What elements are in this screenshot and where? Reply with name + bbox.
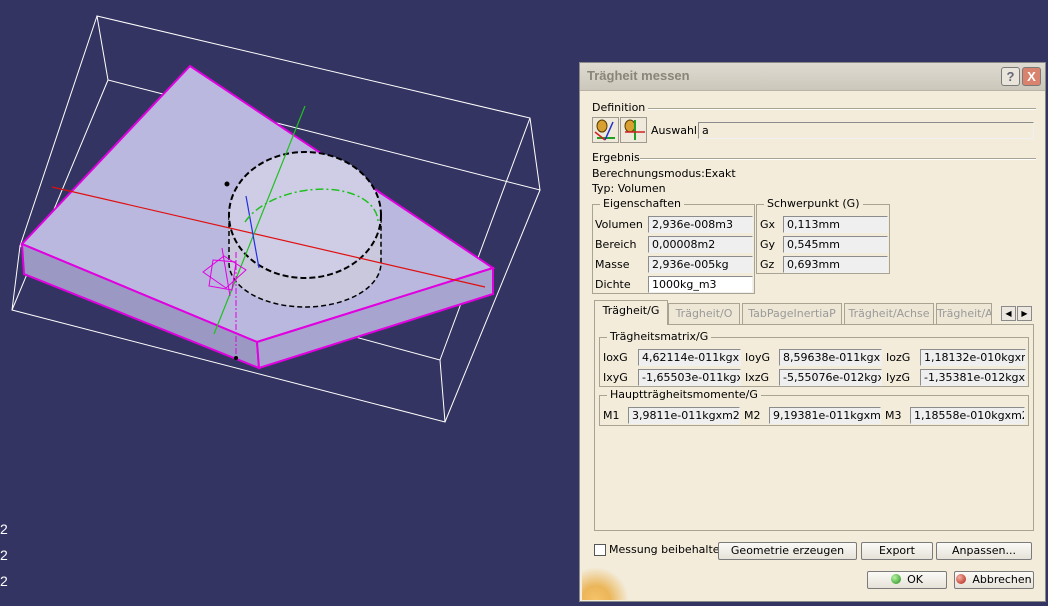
keep-measure-checkbox[interactable]: [594, 544, 606, 556]
properties-title: Eigenschaften: [600, 197, 684, 210]
ixyg-value: -1,65503e-011kgxm2: [638, 369, 741, 386]
result-type: Typ: Volumen: [592, 182, 666, 195]
spec-tree-item: 2: [0, 573, 8, 589]
keep-measure-label: Messung beibehalten: [609, 543, 727, 556]
tab-inertia-g[interactable]: Trägheit/G: [594, 300, 668, 325]
selection-field[interactable]: a: [698, 122, 1034, 139]
catia-logo-icon: [582, 566, 628, 600]
ok-label: OK: [907, 573, 923, 586]
tab-inertia-p[interactable]: TabPageInertiaP: [742, 303, 842, 324]
gz-value: 0,693mm: [783, 256, 888, 273]
tab-inertia-axis[interactable]: Trägheit/Achse: [844, 303, 934, 324]
measure-mode-button[interactable]: [592, 117, 619, 143]
ioyg-value: 8,59638e-011kgxm2: [779, 349, 882, 366]
m3-label: M3: [885, 409, 902, 422]
measure-inertia-dialog: Trägheit messen ? X Definition Auswahl: …: [579, 62, 1046, 602]
point-marker: [224, 181, 230, 187]
ixzg-value: -5,55076e-012kgxm2: [779, 369, 882, 386]
ioxg-value: 4,62114e-011kgxm2: [638, 349, 741, 366]
tab-inertia-a[interactable]: Trägheit/A: [936, 303, 992, 324]
m1-value: 3,9811e-011kgxm2: [628, 407, 740, 424]
export-button[interactable]: Export: [861, 542, 933, 560]
inertia-2d-icon: [624, 119, 645, 140]
iozg-label: IozG: [886, 351, 911, 364]
gy-value: 0,545mm: [783, 236, 888, 253]
gy-label: Gy: [760, 238, 776, 251]
ioyg-label: IoyG: [745, 351, 771, 364]
density-input[interactable]: 1000kg_m3: [648, 276, 753, 293]
ok-icon: [891, 574, 902, 584]
calculation-mode: Berechnungsmodus:Exakt: [592, 167, 736, 180]
volume-label: Volumen: [595, 218, 643, 231]
m3-value: 1,18558e-010kgxm2: [910, 407, 1025, 424]
area-value: 0,00008m2: [648, 236, 753, 253]
volume-value: 2,936e-008m3: [648, 216, 753, 233]
customize-button[interactable]: Anpassen...: [936, 542, 1032, 560]
center-of-gravity-title: Schwerpunkt (G): [764, 197, 863, 210]
divider: [640, 158, 1036, 160]
m1-label: M1: [603, 409, 620, 422]
result-label: Ergebnis: [592, 151, 640, 164]
dialog-title: Trägheit messen: [587, 68, 690, 83]
point-marker-bottom: [234, 356, 238, 360]
ixzg-label: IxzG: [745, 371, 770, 384]
inertia-3d-icon: [594, 119, 615, 141]
principal-moments-title: Hauptträgheitsmomente/G: [607, 388, 761, 401]
divider: [648, 108, 1036, 110]
definition-label: Definition: [592, 101, 646, 114]
iyzg-value: -1,35381e-012kgxm2: [920, 369, 1026, 386]
dialog-titlebar[interactable]: Trägheit messen ? X: [580, 63, 1045, 91]
ok-button[interactable]: OK: [867, 571, 947, 589]
cancel-label: Abbrechen: [972, 573, 1032, 586]
spec-tree-item: 2: [0, 521, 8, 537]
m2-value: 9,19381e-011kgxm2: [769, 407, 881, 424]
area-label: Bereich: [595, 238, 637, 251]
tab-inertia-o[interactable]: Trägheit/O: [668, 303, 740, 324]
ioxg-label: IoxG: [603, 351, 628, 364]
tab-panel: Trägheitsmatrix/G IoxG 4,62114e-011kgxm2…: [594, 324, 1034, 531]
iyzg-label: IyzG: [886, 371, 911, 384]
selection-label: Auswahl:: [651, 124, 701, 137]
create-geometry-button[interactable]: Geometrie erzeugen: [718, 542, 857, 560]
cancel-icon: [956, 574, 967, 584]
inertia-matrix-title: Trägheitsmatrix/G: [607, 330, 712, 343]
density-label: Dichte: [595, 278, 631, 291]
tab-scroll-right[interactable]: ▶: [1017, 306, 1032, 321]
cancel-button[interactable]: Abbrechen: [954, 571, 1034, 589]
gz-label: Gz: [760, 258, 775, 271]
close-button[interactable]: X: [1022, 67, 1041, 86]
help-button[interactable]: ?: [1001, 67, 1020, 86]
gx-value: 0,113mm: [783, 216, 888, 233]
mass-value: 2,936e-005kg: [648, 256, 753, 273]
ixyg-label: IxyG: [603, 371, 628, 384]
tab-scroll-left[interactable]: ◀: [1001, 306, 1016, 321]
gx-label: Gx: [760, 218, 776, 231]
iozg-value: 1,18132e-010kgxm2: [920, 349, 1026, 366]
m2-label: M2: [744, 409, 761, 422]
spec-tree-item: 2: [0, 547, 8, 563]
measure-2d-button[interactable]: [620, 117, 647, 143]
mass-label: Masse: [595, 258, 630, 271]
